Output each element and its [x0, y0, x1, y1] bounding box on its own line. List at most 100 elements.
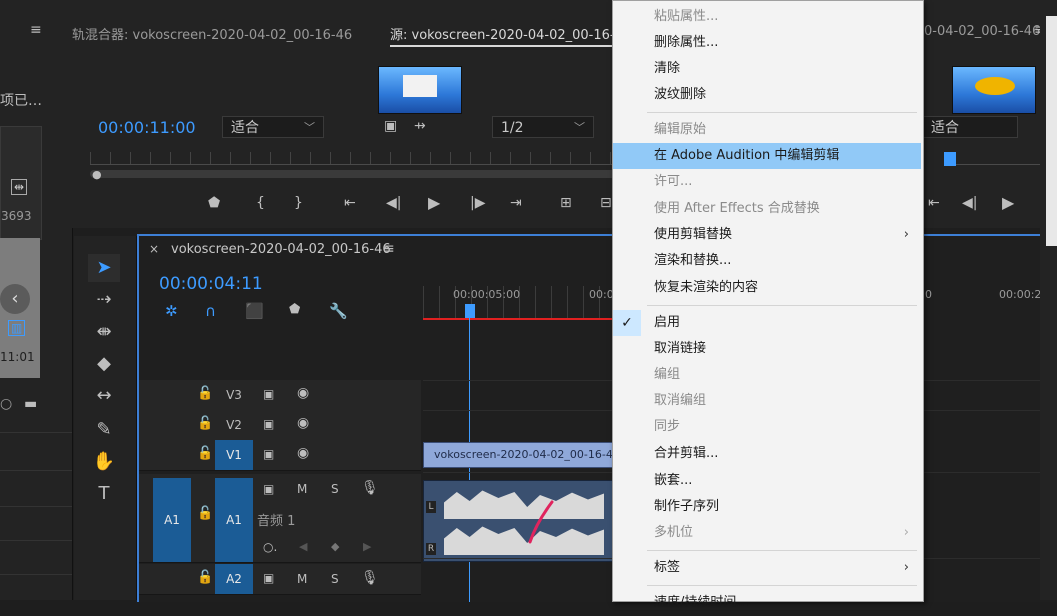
- sequence-menu-icon[interactable]: ≡: [383, 241, 395, 257]
- mark-in-icon[interactable]: {: [256, 195, 265, 211]
- go-to-out-icon[interactable]: ⇥: [510, 195, 522, 211]
- source-zoom-bar[interactable]: [90, 170, 620, 178]
- wrench-icon[interactable]: 🔧: [329, 302, 348, 320]
- menu-item-paste-attributes[interactable]: 粘贴属性...: [613, 4, 921, 30]
- menu-item-ungroup[interactable]: 取消编组: [613, 388, 921, 414]
- menu-item-replace-with-ae[interactable]: 使用 After Effects 合成替换: [613, 196, 921, 222]
- zoom-handle-icon[interactable]: ●: [92, 168, 102, 181]
- track-name-a2[interactable]: A2: [215, 564, 253, 594]
- sync-lock-icon[interactable]: ▣: [263, 447, 274, 461]
- step-back-icon[interactable]: ◀|: [386, 195, 401, 211]
- circle-icon[interactable]: ○: [0, 396, 12, 412]
- lock-icon[interactable]: 🔓: [197, 570, 213, 585]
- playhead-handle[interactable]: [465, 304, 475, 318]
- menu-item-label-color[interactable]: 标签 ›: [613, 555, 921, 581]
- ripple-edit-tool-icon[interactable]: ⇼: [88, 318, 120, 346]
- program-playhead[interactable]: [944, 152, 956, 166]
- snap-icon[interactable]: ∩: [205, 302, 216, 320]
- menu-item-multi-camera[interactable]: 多机位 ›: [613, 520, 921, 546]
- sync-lock-icon[interactable]: ▣: [263, 417, 274, 431]
- solo-button[interactable]: S: [331, 482, 339, 496]
- panel-menu-icon[interactable]: ≡: [30, 22, 42, 38]
- linked-selection-icon[interactable]: ⬛: [245, 302, 264, 320]
- menu-item-make-subsequence[interactable]: 制作子序列: [613, 494, 921, 520]
- source-fit-dropdown[interactable]: 适合 ﹀: [222, 116, 324, 138]
- tab-source[interactable]: 源: vokoscreen-2020-04-02_00-16-46: [390, 24, 632, 47]
- tab-program[interactable]: 0-04-02_00-16-46: [924, 24, 1040, 39]
- track-header-v1[interactable]: 🔓 V1 ▣ ◉: [139, 440, 421, 471]
- program-fit-dropdown[interactable]: 适合: [922, 116, 1018, 138]
- add-marker-icon[interactable]: ⬟: [208, 195, 220, 211]
- menu-item-nest[interactable]: 嵌套...: [613, 468, 921, 494]
- menu-item-enable[interactable]: ✓ 启用: [613, 310, 921, 336]
- track-header-a1[interactable]: A1 🔓 A1 ▣ M S 🎙 音频 1 ○. ◀ ◆ ▶: [139, 474, 421, 563]
- add-marker-icon[interactable]: ⬟: [289, 302, 300, 317]
- menu-item-speed-duration[interactable]: 速度/持续时间...: [613, 590, 921, 616]
- source-patch-a1[interactable]: A1: [153, 478, 191, 562]
- keyframe-icon[interactable]: ○.: [263, 540, 277, 554]
- track-name-v3[interactable]: V3: [215, 380, 253, 410]
- menu-item-ripple-delete[interactable]: 波纹删除: [613, 82, 921, 108]
- menu-item-restore-unrendered[interactable]: 恢复未渲染的内容: [613, 275, 921, 301]
- add-keyframe-icon[interactable]: ◆: [331, 540, 339, 553]
- sync-lock-icon[interactable]: ▣: [263, 387, 274, 401]
- track-header-v2[interactable]: 🔓 V2 ▣ ◉: [139, 410, 421, 441]
- tab-audio-mixer[interactable]: 轨混合器: vokoscreen-2020-04-02_00-16-46: [72, 24, 352, 43]
- prev-keyframe-icon[interactable]: ◀: [299, 540, 307, 553]
- source-time-ruler[interactable]: [90, 152, 620, 165]
- timeline-timecode[interactable]: 00:00:04:11: [159, 274, 263, 294]
- track-name-a1[interactable]: A1: [215, 478, 253, 562]
- selection-tool-icon[interactable]: ➤: [88, 254, 120, 282]
- menu-item-group[interactable]: 编组: [613, 362, 921, 388]
- go-to-in-icon[interactable]: ⇤: [344, 195, 356, 211]
- slip-tool-icon[interactable]: ↔: [88, 382, 120, 410]
- menu-item-license[interactable]: 许可...: [613, 169, 921, 195]
- lock-icon[interactable]: 🔓: [197, 386, 213, 401]
- microphone-icon[interactable]: 🎙: [361, 480, 379, 496]
- close-icon[interactable]: ×: [149, 242, 159, 256]
- lock-icon[interactable]: 🔓: [197, 506, 213, 521]
- program-step-back-icon[interactable]: ◀|: [962, 195, 977, 211]
- track-name-v1[interactable]: V1: [215, 440, 253, 470]
- step-forward-icon[interactable]: |▶: [470, 195, 485, 211]
- lock-icon[interactable]: 🔓: [197, 416, 213, 431]
- drag-video-icon[interactable]: ⇸: [414, 118, 426, 134]
- project-item-thumbnail[interactable]: ⇹ 3693: [0, 126, 42, 240]
- solo-button[interactable]: S: [331, 572, 339, 586]
- track-select-tool-icon[interactable]: ⇢: [88, 286, 120, 314]
- source-timecode[interactable]: 00:00:11:00: [98, 118, 196, 137]
- menu-item-unlink[interactable]: 取消链接: [613, 336, 921, 362]
- sequence-tab[interactable]: vokoscreen-2020-04-02_00-16-46: [171, 242, 391, 257]
- mark-out-icon[interactable]: }: [294, 195, 303, 211]
- track-header-a2[interactable]: 🔓 A2 ▣ M S 🎙: [139, 564, 421, 595]
- razor-tool-icon[interactable]: ◆: [88, 350, 120, 378]
- next-keyframe-icon[interactable]: ▶: [363, 540, 371, 553]
- track-header-v3[interactable]: 🔓 V3 ▣ ◉: [139, 380, 421, 411]
- program-play-icon[interactable]: ▶: [1002, 193, 1014, 212]
- microphone-icon[interactable]: 🎙: [361, 570, 379, 586]
- menu-item-clear[interactable]: 清除: [613, 56, 921, 82]
- pen-tool-icon[interactable]: ✎: [88, 416, 120, 444]
- menu-item-remove-attributes[interactable]: 删除属性...: [613, 30, 921, 56]
- resolution-dropdown[interactable]: 1/2 ﹀: [492, 116, 594, 138]
- mute-button[interactable]: M: [297, 572, 307, 586]
- play-icon[interactable]: ▶: [428, 193, 440, 212]
- program-time-ruler[interactable]: [944, 152, 1044, 165]
- eye-icon[interactable]: ◉: [297, 385, 309, 401]
- chevron-left-icon[interactable]: ‹: [0, 284, 30, 314]
- menu-item-merge-clips[interactable]: 合并剪辑...: [613, 441, 921, 467]
- lock-icon[interactable]: 🔓: [197, 446, 213, 461]
- eye-icon[interactable]: ◉: [297, 415, 309, 431]
- work-area-bar[interactable]: [423, 318, 613, 320]
- menu-item-synchronize[interactable]: 同步: [613, 414, 921, 440]
- menu-item-edit-original[interactable]: 编辑原始: [613, 117, 921, 143]
- insert-icon[interactable]: ⊞: [560, 195, 572, 211]
- hand-tool-icon[interactable]: ✋: [88, 448, 120, 476]
- mute-button[interactable]: M: [297, 482, 307, 496]
- track-name-v2[interactable]: V2: [215, 410, 253, 440]
- sync-lock-icon[interactable]: ▣: [263, 571, 274, 585]
- folder-icon[interactable]: ▬: [24, 396, 37, 412]
- menu-item-render-and-replace[interactable]: 渲染和替换...: [613, 248, 921, 274]
- overwrite-icon[interactable]: ⊟: [600, 195, 612, 211]
- sync-lock-icon[interactable]: ▣: [263, 482, 274, 496]
